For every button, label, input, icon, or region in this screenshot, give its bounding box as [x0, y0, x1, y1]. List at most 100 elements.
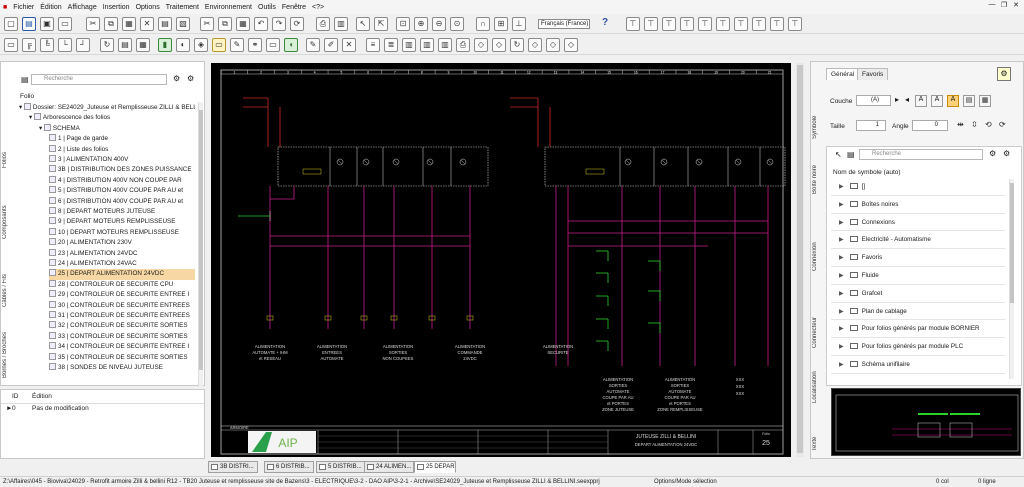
symbol-tool-2-icon[interactable]: ⊤: [644, 17, 658, 31]
drawing-area[interactable]: 1 2 3 4 5 6 7 8 9 10 11 12 13 14 15 16 17 18 19 20 21 ALIMEN…: [208, 61, 808, 459]
vtab-bornes[interactable]: Bornes / Broches: [2, 320, 12, 390]
language-select[interactable]: Français (France): [538, 19, 590, 29]
vtab-symbole[interactable]: Symbole: [812, 102, 822, 152]
paste-icon[interactable]: ▦: [122, 17, 136, 31]
angle-input[interactable]: 0: [912, 120, 948, 131]
symbol-category-item[interactable]: ▶ []: [831, 178, 1005, 196]
text-b-icon[interactable]: A: [931, 95, 943, 107]
tree-folio-item[interactable]: 1 | Page de garde: [49, 134, 108, 144]
menu-fenetre[interactable]: Fenêtre: [279, 4, 309, 11]
schematic-canvas[interactable]: 1 2 3 4 5 6 7 8 9 10 11 12 13 14 15 16 17 18 19 20 21 ALIMEN…: [208, 61, 808, 459]
folder-icon[interactable]: ▭: [212, 38, 226, 52]
ortho-icon[interactable]: ⊥: [512, 17, 526, 31]
tree-folio-item[interactable]: 20 | ALIMENTATION 230V: [49, 238, 132, 248]
symbol-category-item[interactable]: ▶ Electricité - Automatisme: [831, 231, 1005, 250]
symbol-tool-1-icon[interactable]: ⊤: [626, 17, 640, 31]
tree-folio-item[interactable]: 5 | DISTRIBUTION 400V COUPE PAR AU et: [49, 186, 183, 196]
symbol-category-item[interactable]: ▶ Connexions: [831, 214, 1005, 232]
tab-favoris[interactable]: Favoris: [857, 68, 889, 80]
wire-end-icon[interactable]: ┘: [76, 38, 90, 52]
tree-scrollbar[interactable]: [198, 102, 203, 387]
menu-traitement[interactable]: Traitement: [163, 4, 202, 11]
symbol-category-item[interactable]: ▶ Grafcet: [831, 285, 1005, 303]
close-file-icon[interactable]: ▭: [58, 17, 72, 31]
expand-arrow-icon[interactable]: ▶: [839, 309, 844, 315]
wire-corner-icon[interactable]: ╚: [40, 38, 54, 52]
symbol-category-item[interactable]: ▶ Pour folios générés par module BORNIER: [831, 320, 1005, 339]
menu-outils[interactable]: Outils: [255, 4, 279, 11]
vtab-localisation[interactable]: Localisation: [812, 362, 822, 412]
tree-folio-item[interactable]: 24 | ALIMENTATION 24VAC: [49, 259, 137, 269]
expand-arrow-icon[interactable]: ▶: [839, 326, 844, 332]
page-tab[interactable]: 25 DEPART ...: [414, 461, 456, 473]
delete-icon[interactable]: ✕: [140, 17, 154, 31]
vtab-texte[interactable]: Texte: [812, 432, 822, 456]
rotate-left-icon[interactable]: ⟲: [985, 120, 992, 129]
copy-icon[interactable]: ⧉: [104, 17, 118, 31]
text-e-icon[interactable]: ▦: [979, 95, 991, 107]
symbol-tree-icon[interactable]: ▤: [847, 150, 855, 159]
new-file-icon[interactable]: ▢: [4, 17, 18, 31]
print-preview-icon[interactable]: ▥: [334, 17, 348, 31]
tree-folder[interactable]: ▾ Arborescence des folios: [29, 113, 110, 123]
tree-folio-item[interactable]: 3B | DISTRIBUTION DES ZONES PUISSANCE: [49, 165, 192, 175]
tree-folio-item[interactable]: 35 | CONTROLEUR DE SECURITE SORTIES: [49, 352, 188, 363]
expand-arrow-icon[interactable]: ▶: [839, 184, 844, 190]
cut-icon[interactable]: ✂: [86, 17, 100, 31]
search-settings-icon[interactable]: ⚙: [187, 74, 194, 83]
tree-folio-item[interactable]: 25 | DEPART ALIMENTATION 24VDC: [49, 269, 195, 280]
page-tab[interactable]: 3B DISTRI...: [208, 461, 258, 473]
tree-folio-item[interactable]: 9 | DEPART MOTEURS REMPLISSEUSE: [49, 217, 175, 227]
refresh-icon[interactable]: ⟳: [290, 17, 304, 31]
tree-folio-item[interactable]: 10 | DEPART MOTEURS REMPLISSEUSE: [49, 227, 179, 238]
tree-folio-item[interactable]: 23 | ALIMENTATION 24VDC: [49, 248, 137, 259]
wire-number-2-icon[interactable]: ≣: [384, 38, 398, 52]
select-icon[interactable]: ▧: [176, 17, 190, 31]
wire-icon[interactable]: ╔: [22, 38, 36, 52]
expand-arrow-icon[interactable]: ▶: [839, 255, 844, 261]
grid-icon[interactable]: ⊞: [494, 17, 508, 31]
expand-arrow-icon[interactable]: ▶: [839, 273, 844, 279]
symbol-tool-5-icon[interactable]: ⊤: [698, 17, 712, 31]
rotate-right-icon[interactable]: ⟳: [999, 120, 1006, 129]
align-left-icon[interactable]: ▸: [895, 95, 899, 104]
tree-folio-item[interactable]: 34 | CONTROLEUR DE SECURITE ENTREE I: [49, 342, 189, 352]
link-icon[interactable]: ⚭: [248, 38, 262, 52]
close-icon[interactable]: ✕: [1012, 1, 1020, 9]
symbol-tool-7-icon[interactable]: ⊤: [734, 17, 748, 31]
tree-options-icon[interactable]: ▤: [21, 75, 31, 85]
menu-edition[interactable]: Édition: [37, 4, 64, 11]
paste-folio-icon[interactable]: ▦: [236, 17, 250, 31]
vtab-cables[interactable]: Câbles / Fils: [2, 250, 12, 330]
shield-4-icon[interactable]: ◇: [546, 38, 560, 52]
restore-icon[interactable]: ❐: [1000, 1, 1008, 9]
symbol-tool-8-icon[interactable]: ⊤: [752, 17, 766, 31]
mirror-h-icon[interactable]: ⇹: [957, 120, 964, 129]
zoom-in-icon[interactable]: ⊕: [414, 17, 428, 31]
properties-icon[interactable]: ▤: [158, 17, 172, 31]
symbol-search-input[interactable]: Recherche: [859, 149, 983, 160]
open-file-icon[interactable]: ▤: [22, 17, 36, 31]
page-tab[interactable]: 5 DISTRIB...: [316, 461, 366, 473]
draw-icon[interactable]: ✎: [306, 38, 320, 52]
expand-arrow-icon[interactable]: ▶: [839, 344, 844, 350]
zoom-fit-icon[interactable]: ⊙: [450, 17, 464, 31]
undo-icon[interactable]: ↶: [254, 17, 268, 31]
tree-folio-item[interactable]: 8 | DEPART MOTEURS JUTEUSE: [49, 207, 155, 217]
expand-arrow-icon[interactable]: ▶: [839, 237, 844, 243]
text-c-icon[interactable]: A: [947, 95, 959, 107]
tree-folder[interactable]: ▾ SCHEMA: [39, 123, 80, 134]
reload-icon[interactable]: ↻: [510, 38, 524, 52]
tree-folio-item[interactable]: 30 | CONTROLEUR DE SECURITE ENTREES: [49, 300, 190, 311]
edit-icon[interactable]: ✎: [230, 38, 244, 52]
page-tab[interactable]: 24 ALIMEN...: [364, 461, 414, 473]
tree-folio-item[interactable]: 33 | CONTROLEUR DE SECURITE SORTIES: [49, 331, 188, 342]
search-filter-icon[interactable]: ⚙: [173, 74, 180, 83]
tree-folio-item[interactable]: 4 | DISTRIBUTION 400V NON COUPE PAR: [49, 175, 182, 186]
menu-environnement[interactable]: Environnement: [202, 4, 255, 11]
symbol-category-item[interactable]: ▶ Boîtes noires: [831, 196, 1005, 214]
connector-icon[interactable]: ◐: [176, 38, 190, 52]
magnet-icon[interactable]: ∩: [476, 17, 490, 31]
app-icon[interactable]: ■: [0, 4, 10, 11]
folio-icon[interactable]: ▭: [4, 38, 18, 52]
